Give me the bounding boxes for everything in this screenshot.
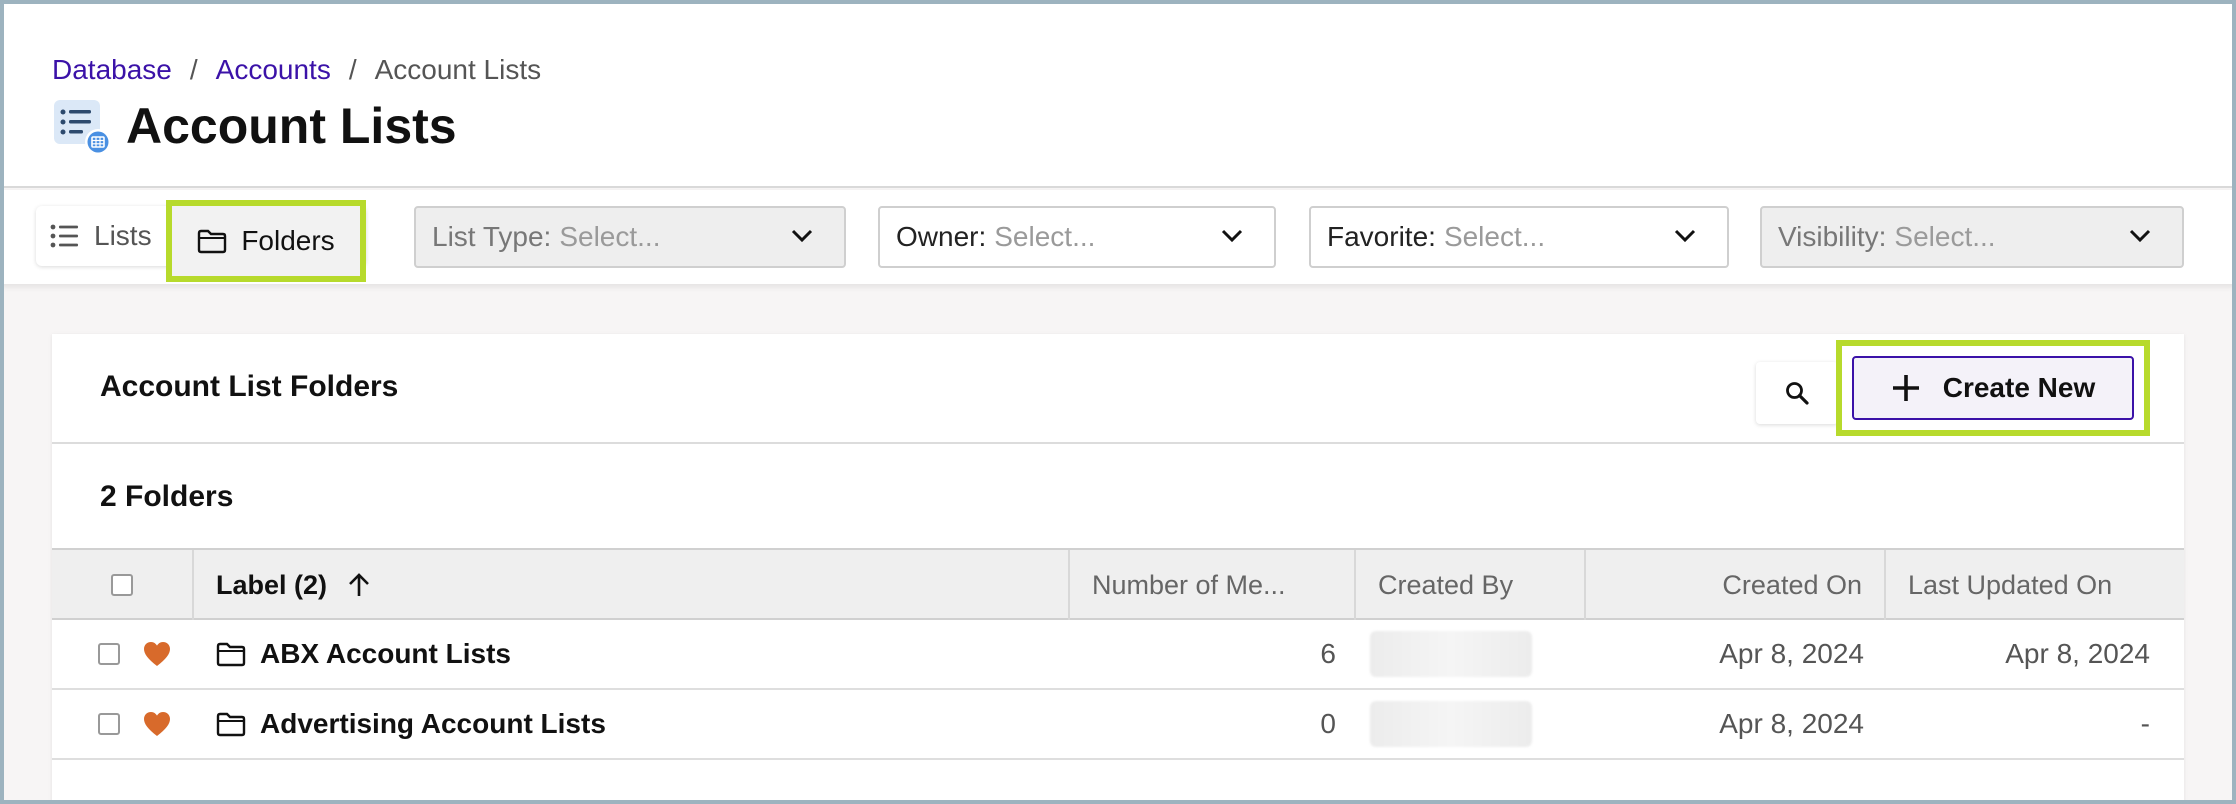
chevron-down-icon xyxy=(2129,229,2151,243)
filter-placeholder: Select... xyxy=(994,221,1096,252)
redacted-user xyxy=(1370,631,1532,677)
folder-icon xyxy=(216,642,246,667)
favorite-heart-icon[interactable] xyxy=(142,690,172,758)
filter-toolbar: Lists Folders List Type: Select... Owner… xyxy=(0,190,2236,284)
created-on-cell: Apr 8, 2024 xyxy=(1719,708,1864,739)
redacted-user xyxy=(1370,701,1532,747)
column-header-members[interactable]: Number of Me... xyxy=(1068,550,1354,620)
folders-view-label: Folders xyxy=(241,225,335,256)
page-title: Account Lists xyxy=(126,98,457,154)
breadcrumb-separator: / xyxy=(348,54,357,85)
favorite-filter[interactable]: Favorite: Select... xyxy=(1309,206,1729,268)
chevron-down-icon xyxy=(1221,229,1243,243)
folder-name-cell[interactable]: ABX Account Lists xyxy=(216,620,511,688)
visibility-filter[interactable]: Visibility: Select... xyxy=(1760,206,2184,268)
members-cell: 0 xyxy=(1320,708,1336,739)
created-on-cell: Apr 8, 2024 xyxy=(1719,638,1864,669)
arrow-up-icon xyxy=(349,573,369,596)
column-created-on-text: Created On xyxy=(1722,569,1862,600)
created-by-cell xyxy=(1370,620,1532,688)
filter-label: Owner: xyxy=(896,221,987,252)
list-icon xyxy=(52,96,112,156)
plus-icon xyxy=(1892,375,1919,401)
owner-filter[interactable]: Owner: Select... xyxy=(878,206,1276,268)
view-toggle: Lists Folders xyxy=(36,200,366,282)
filter-placeholder: Select... xyxy=(1894,221,1996,252)
title-row: Account Lists xyxy=(52,96,457,156)
created-by-cell xyxy=(1370,690,1532,758)
lists-view-button[interactable]: Lists xyxy=(36,206,166,266)
folders-card: Account List Folders Create New 2 Folder… xyxy=(52,334,2184,804)
column-header-created-on[interactable]: Created On xyxy=(1584,550,1884,620)
row-checkbox[interactable] xyxy=(98,643,120,665)
list-type-filter[interactable]: List Type: Select... xyxy=(414,206,846,268)
row-checkbox[interactable] xyxy=(98,713,120,735)
column-updated-on-text: Last Updated On xyxy=(1908,569,2113,600)
members-cell: 6 xyxy=(1320,638,1336,669)
row-checkbox-cell xyxy=(98,620,120,688)
lists-view-label: Lists xyxy=(94,220,152,251)
folder-count: 2 Folders xyxy=(100,480,234,513)
table-row[interactable]: Advertising Account Lists 0 Apr 8, 2024 … xyxy=(52,690,2184,760)
breadcrumb-database[interactable]: Database xyxy=(52,54,172,86)
column-created-by-text: Created By xyxy=(1378,569,1514,600)
select-all-checkbox[interactable] xyxy=(111,574,133,596)
list-icon xyxy=(50,224,78,248)
breadcrumb-current: Account Lists xyxy=(374,54,542,85)
table-header: Label (2) Number of Me... Created By Cre… xyxy=(52,548,2184,620)
create-new-label: Create New xyxy=(1942,372,2096,403)
column-members-text: Number of Me... xyxy=(1092,569,1286,600)
filter-label: Favorite: xyxy=(1327,221,1436,252)
row-checkbox-cell xyxy=(98,690,120,758)
table-row[interactable]: ABX Account Lists 6 Apr 8, 2024 Apr 8, 2… xyxy=(52,620,2184,690)
folder-icon xyxy=(198,229,227,254)
filter-placeholder: Select... xyxy=(1443,221,1546,252)
column-header-created-by[interactable]: Created By xyxy=(1354,550,1584,620)
folders-table: Label (2) Number of Me... Created By Cre… xyxy=(52,548,2184,760)
card-title: Account List Folders xyxy=(100,370,399,403)
filter-label: List Type: xyxy=(432,221,552,252)
breadcrumb-separator: / xyxy=(189,54,198,85)
card-header: Account List Folders Create New xyxy=(52,334,2184,444)
filter-label: Visibility: xyxy=(1778,221,1887,252)
column-label-text: Label (2) xyxy=(216,569,328,600)
folder-name: ABX Account Lists xyxy=(260,638,511,669)
search-icon xyxy=(1786,382,1809,405)
breadcrumb-accounts[interactable]: Accounts xyxy=(216,54,331,86)
breadcrumb: Database / Accounts / Account Lists xyxy=(52,54,541,86)
create-new-button[interactable]: Create New xyxy=(1852,356,2134,420)
column-header-updated-on[interactable]: Last Updated On xyxy=(1884,550,2184,620)
folder-name: Advertising Account Lists xyxy=(260,708,606,739)
chevron-down-icon xyxy=(1674,229,1696,243)
updated-on-cell: - xyxy=(2140,708,2150,739)
updated-on-cell: Apr 8, 2024 xyxy=(2005,638,2150,669)
select-all-cell xyxy=(52,550,192,620)
column-header-label[interactable]: Label (2) xyxy=(192,550,1068,620)
favorite-heart-icon[interactable] xyxy=(142,620,172,688)
folder-name-cell[interactable]: Advertising Account Lists xyxy=(216,690,606,758)
create-new-highlight: Create New xyxy=(1836,340,2150,436)
chevron-down-icon xyxy=(791,229,813,243)
folders-view-button[interactable]: Folders xyxy=(166,200,366,282)
search-button[interactable] xyxy=(1756,362,1838,424)
filter-placeholder: Select... xyxy=(559,221,661,252)
page-header: Database / Accounts / Account Lists Acco… xyxy=(0,0,2236,188)
folder-icon xyxy=(216,712,246,737)
